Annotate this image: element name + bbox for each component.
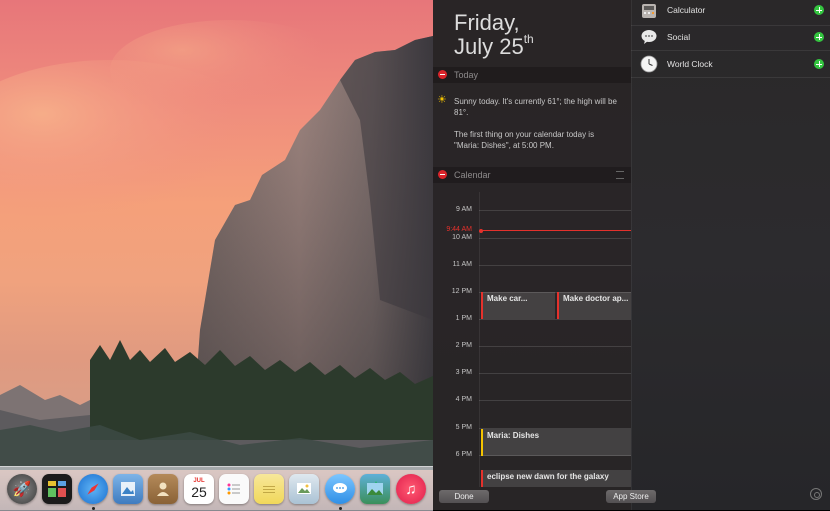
notes-icon[interactable]: [254, 474, 284, 504]
weather-summary: Sunny today. It's currently 61°; the hig…: [454, 97, 617, 117]
hour-line: [479, 319, 631, 320]
time-column-divider: [479, 192, 480, 487]
remove-calendar-icon[interactable]: [438, 170, 447, 179]
contacts-icon[interactable]: [148, 474, 178, 504]
dock: 🚀 JUL 25 ♫: [0, 466, 433, 511]
calendar-summary: The first thing on your calendar today i…: [454, 130, 595, 150]
widget-row-world-clock[interactable]: World Clock: [631, 52, 830, 78]
gear-icon[interactable]: [810, 488, 822, 500]
sun-icon: ☀: [437, 94, 447, 106]
date-weekday: Friday,: [454, 10, 520, 35]
calendar-day: 25: [191, 484, 207, 500]
launchpad-icon[interactable]: 🚀: [7, 474, 37, 504]
widget-label: Calculator: [667, 5, 706, 15]
speech-bubble-icon: [641, 30, 657, 44]
current-time-dot: [479, 229, 483, 233]
messages-icon[interactable]: [325, 474, 355, 504]
iphoto-icon[interactable]: [360, 474, 390, 504]
hour-label: 10 AM: [452, 234, 472, 241]
hour-line: [479, 373, 631, 374]
hour-label: 4 PM: [455, 396, 472, 403]
photos-icon[interactable]: [289, 474, 319, 504]
today-section-header: Today: [433, 67, 631, 83]
add-widget-icon[interactable]: [814, 59, 824, 69]
current-time-line: [481, 230, 631, 231]
preview-icon[interactable]: [113, 474, 143, 504]
date-month-day: July 25th: [454, 32, 534, 60]
reminders-icon[interactable]: [219, 474, 249, 504]
widget-row-social[interactable]: Social: [631, 25, 830, 51]
today-panel: Friday, July 25th Today ☀ Sunny today. I…: [433, 0, 631, 510]
calendar-event[interactable]: Maria: Dishes: [481, 429, 631, 456]
current-time-label: 9:44 AM: [446, 226, 472, 233]
hour-label: 2 PM: [455, 342, 472, 349]
calendar-section-header: Calendar: [433, 167, 631, 183]
calendar-event[interactable]: Make car...: [481, 292, 555, 319]
hour-line: [479, 346, 631, 347]
hour-label: 9 AM: [456, 206, 472, 213]
date-suffix: th: [523, 32, 534, 46]
remove-today-icon[interactable]: [438, 70, 447, 79]
widget-label: World Clock: [667, 59, 713, 69]
clock-icon: [640, 55, 658, 73]
today-section-title: Today: [454, 70, 479, 80]
hour-label: 3 PM: [455, 369, 472, 376]
calculator-icon: [642, 4, 656, 18]
date-text: July 25: [454, 34, 524, 59]
hour-label: 1 PM: [455, 315, 472, 322]
itunes-icon[interactable]: ♫: [396, 474, 426, 504]
safari-icon[interactable]: [78, 474, 108, 504]
calendar-section-title: Calendar: [454, 170, 491, 180]
hour-label: 11 AM: [452, 261, 472, 268]
hour-label: 6 PM: [455, 451, 472, 458]
notification-center: Friday, July 25th Today ☀ Sunny today. I…: [433, 0, 830, 510]
hour-label: 5 PM: [455, 424, 472, 431]
calendar-event[interactable]: eclipse new dawn for the galaxy: [481, 470, 631, 487]
yosemite-wallpaper: [0, 20, 433, 470]
hour-line: [479, 238, 631, 239]
calendar-day-view[interactable]: 9 AM 9:44 AM 10 AM 11 AM 12 PM 1 PM 2 PM…: [433, 192, 631, 487]
done-button[interactable]: Done: [439, 490, 489, 503]
add-widget-icon[interactable]: [814, 32, 824, 42]
desktop-wallpaper: [0, 0, 433, 510]
drag-handle-icon[interactable]: [616, 171, 624, 179]
widget-row-calculator[interactable]: Calculator: [631, 0, 830, 26]
widget-label: Social: [667, 32, 691, 42]
hour-line: [479, 400, 631, 401]
hour-line: [479, 210, 631, 211]
calendar-event[interactable]: Make doctor ap...: [557, 292, 631, 319]
app-store-button[interactable]: App Store: [606, 490, 656, 503]
add-widget-icon[interactable]: [814, 5, 824, 15]
calendar-icon[interactable]: JUL 25: [184, 474, 214, 504]
hour-label: 12 PM: [451, 288, 472, 295]
hour-line: [479, 265, 631, 266]
dashboard-icon[interactable]: [42, 474, 72, 504]
